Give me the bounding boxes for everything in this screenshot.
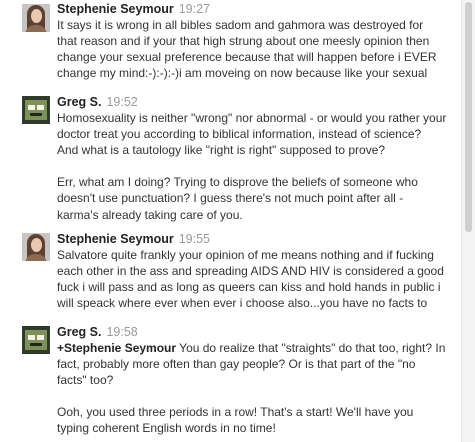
avatar[interactable] [22, 326, 50, 354]
comment-text: Salvatore quite frankly your opinion of … [57, 248, 444, 311]
mention-link[interactable]: +Stephenie Seymour [57, 341, 176, 355]
comment-text: It says it is wrong in all bibles sadom … [57, 18, 437, 81]
comment-text: Homosexuality is neither "wrong" nor abn… [57, 111, 447, 222]
avatar[interactable] [22, 233, 50, 261]
author-name[interactable]: Greg S. [57, 95, 101, 109]
comment-thread: Stephenie Seymour 19:27 It says it is wro… [0, 0, 462, 442]
comment-time[interactable]: 19:52 [106, 95, 137, 109]
comment-time[interactable]: 19:27 [179, 2, 210, 16]
author-name[interactable]: Stephenie Seymour [57, 232, 174, 246]
author-name[interactable]: Stephenie Seymour [57, 2, 174, 16]
scrollbar[interactable] [461, 0, 475, 442]
comment-time[interactable]: 19:55 [179, 232, 210, 246]
avatar[interactable] [22, 4, 50, 32]
comment-text: +Stephenie Seymour You do realize that "… [57, 340, 457, 437]
comment-text-rest: You do realize that "straights" do that … [57, 341, 446, 436]
avatar[interactable] [22, 96, 50, 124]
comment-time[interactable]: 19:58 [106, 325, 137, 339]
scrollbar-thumb[interactable] [465, 2, 472, 232]
author-name[interactable]: Greg S. [57, 325, 101, 339]
